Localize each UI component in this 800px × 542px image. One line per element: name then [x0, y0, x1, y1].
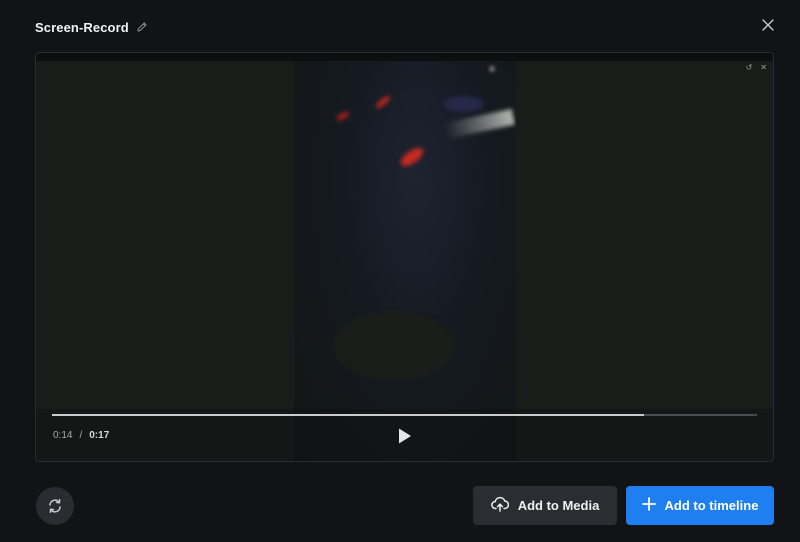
add-to-media-label: Add to Media: [517, 498, 600, 513]
play-icon[interactable]: [397, 427, 413, 445]
dialog-title: Screen-Record: [35, 19, 129, 35]
time-separator: /: [79, 430, 83, 441]
video-frame: [294, 61, 516, 461]
video-player[interactable]: ↺ ✕ 0:14 / 0:17: [35, 52, 774, 462]
add-to-timeline-button[interactable]: Add to timeline: [626, 486, 774, 525]
total-time: 0:17: [89, 430, 110, 441]
player-top-strip: [36, 53, 773, 61]
pencil-icon[interactable]: [136, 21, 148, 33]
playback-controls: 0:14 / 0:17: [36, 409, 773, 461]
mini-controls: ↺ ✕: [746, 63, 767, 72]
dialog-header: Screen-Record: [35, 17, 148, 37]
add-to-media-button[interactable]: Add to Media: [473, 486, 617, 525]
refresh-icon[interactable]: [36, 487, 74, 525]
cloud-upload-icon: [490, 496, 509, 515]
progress-fill: [52, 414, 645, 416]
add-to-timeline-label: Add to timeline: [664, 498, 759, 513]
mini-refresh-icon[interactable]: ↺: [746, 63, 753, 72]
progress-bar[interactable]: [52, 414, 757, 416]
time-display: 0:14 / 0:17: [53, 430, 109, 441]
plus-icon: [641, 497, 656, 514]
current-time: 0:14: [53, 430, 73, 441]
screen-record-dialog: Screen-Record ↺ ✕ 0:14 / 0:17 Add to Med…: [0, 0, 800, 542]
close-icon[interactable]: [760, 17, 776, 33]
mini-close-icon[interactable]: ✕: [760, 63, 767, 72]
